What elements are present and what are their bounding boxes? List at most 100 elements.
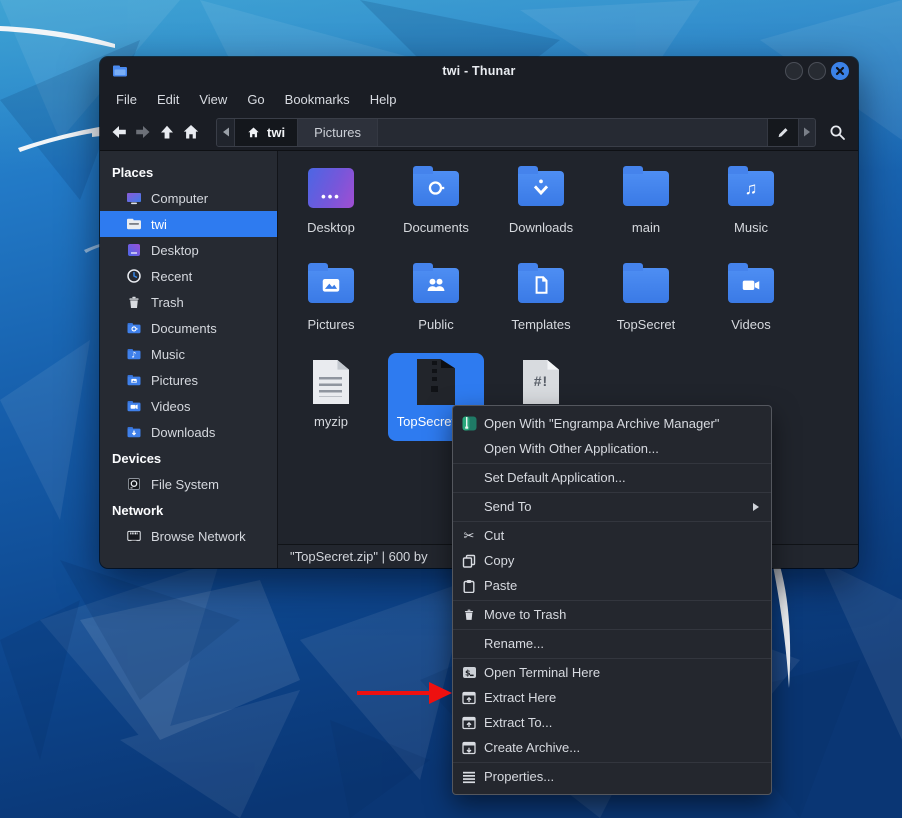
- sidebar-item-documents[interactable]: Documents: [100, 315, 277, 341]
- menu-item-open-with-engrampa[interactable]: Open With "Engrampa Archive Manager": [453, 411, 771, 436]
- menu-item-cut[interactable]: ✂ Cut: [453, 523, 771, 548]
- menu-item-create-archive[interactable]: Create Archive...: [453, 735, 771, 760]
- path-edit-button[interactable]: [767, 119, 798, 146]
- folder-music-icon: ♪: [126, 346, 142, 362]
- file-item-pictures[interactable]: Pictures: [283, 256, 379, 344]
- sidebar-item-label: Computer: [151, 191, 208, 206]
- file-item-downloads[interactable]: Downloads: [493, 159, 589, 247]
- menu-item-rename[interactable]: Rename...: [453, 631, 771, 656]
- file-item-main[interactable]: main: [598, 159, 694, 247]
- menu-item-move-to-trash[interactable]: Move to Trash: [453, 602, 771, 627]
- script-file-icon: #!: [523, 360, 559, 404]
- file-item-music[interactable]: ♫ Music: [703, 159, 799, 247]
- sidebar-item-recent[interactable]: Recent: [100, 263, 277, 289]
- sidebar-item-label: Pictures: [151, 373, 198, 388]
- sidebar-item-desktop[interactable]: Desktop: [100, 237, 277, 263]
- download-arrow-icon: [530, 177, 552, 199]
- sidebar-item-label: Documents: [151, 321, 217, 336]
- menu-go[interactable]: Go: [237, 88, 274, 111]
- menu-item-open-with-other[interactable]: Open With Other Application...: [453, 436, 771, 461]
- menu-item-extract-here[interactable]: Extract Here: [453, 685, 771, 710]
- trash-icon: [461, 607, 477, 623]
- close-icon: [837, 68, 843, 74]
- path-segment-pictures[interactable]: Pictures: [298, 119, 378, 146]
- menu-help[interactable]: Help: [360, 88, 407, 111]
- minimize-button[interactable]: [785, 62, 803, 80]
- network-icon: [126, 528, 142, 544]
- sidebar-header-places: Places: [100, 159, 277, 185]
- menu-bookmarks[interactable]: Bookmarks: [275, 88, 360, 111]
- forward-button[interactable]: [131, 120, 155, 144]
- menu-separator: [453, 492, 771, 493]
- up-button[interactable]: [155, 120, 179, 144]
- file-label: Templates: [511, 317, 570, 332]
- sidebar-item-computer[interactable]: Computer: [100, 185, 277, 211]
- sidebar-item-pictures[interactable]: Pictures: [100, 367, 277, 393]
- home-button[interactable]: [179, 120, 203, 144]
- file-item-topsecret-folder[interactable]: TopSecret: [598, 256, 694, 344]
- close-button[interactable]: [831, 62, 849, 80]
- sidebar-item-music[interactable]: ♪ Music: [100, 341, 277, 367]
- plain-folder-icon: [623, 268, 669, 303]
- sidebar-item-file-system[interactable]: File System: [100, 471, 277, 497]
- paste-icon: [461, 578, 477, 594]
- search-button[interactable]: [824, 119, 850, 145]
- file-label: Music: [734, 220, 768, 235]
- folder-documents-icon: [126, 320, 142, 336]
- back-button[interactable]: [107, 120, 131, 144]
- file-label: Videos: [731, 317, 771, 332]
- folder-downloads-icon: [126, 424, 142, 440]
- public-folder-icon: [413, 268, 459, 303]
- maximize-button[interactable]: [808, 62, 826, 80]
- menu-separator: [453, 629, 771, 630]
- file-label: Documents: [403, 220, 469, 235]
- create-archive-icon: [461, 740, 477, 756]
- menu-view[interactable]: View: [189, 88, 237, 111]
- file-item-desktop[interactable]: ••• Desktop: [283, 159, 379, 247]
- path-scroll-left-button[interactable]: [217, 119, 235, 146]
- sidebar-item-twi[interactable]: twi: [100, 211, 277, 237]
- shebang-glyph: #!: [523, 373, 559, 389]
- menu-item-paste[interactable]: Paste: [453, 573, 771, 598]
- image-icon: [320, 274, 342, 296]
- file-item-public[interactable]: Public: [388, 256, 484, 344]
- search-icon: [829, 124, 846, 141]
- menu-edit[interactable]: Edit: [147, 88, 189, 111]
- path-segment-label: Pictures: [314, 125, 361, 140]
- path-segment-home[interactable]: twi: [235, 119, 298, 146]
- menu-item-open-terminal-here[interactable]: $ Open Terminal Here: [453, 660, 771, 685]
- home-icon: [182, 123, 200, 141]
- menu-separator: [453, 658, 771, 659]
- sidebar-item-label: twi: [151, 217, 167, 232]
- sidebar-item-videos[interactable]: Videos: [100, 393, 277, 419]
- menu-file[interactable]: File: [106, 88, 147, 111]
- file-label: Pictures: [308, 317, 355, 332]
- menu-item-set-default-application[interactable]: Set Default Application...: [453, 465, 771, 490]
- menu-separator: [453, 600, 771, 601]
- menu-separator: [453, 521, 771, 522]
- file-label: myzip: [314, 414, 348, 429]
- drive-icon: [126, 476, 142, 492]
- file-item-documents[interactable]: Documents: [388, 159, 484, 247]
- document-outline-icon: [530, 274, 552, 296]
- file-item-videos[interactable]: Videos: [703, 256, 799, 344]
- back-icon: [110, 123, 128, 141]
- sidebar-item-downloads[interactable]: Downloads: [100, 419, 277, 445]
- path-empty-area[interactable]: [378, 119, 767, 146]
- menu-item-properties[interactable]: Properties...: [453, 764, 771, 789]
- menu-item-copy[interactable]: Copy: [453, 548, 771, 573]
- up-icon: [158, 123, 176, 141]
- menu-item-extract-to[interactable]: Extract To...: [453, 710, 771, 735]
- menu-item-send-to[interactable]: Send To: [453, 494, 771, 519]
- file-item-templates[interactable]: Templates: [493, 256, 589, 344]
- zip-archive-icon: [417, 359, 455, 405]
- titlebar[interactable]: twi - Thunar: [100, 57, 858, 85]
- pictures-folder-icon: [308, 268, 354, 303]
- sidebar-item-trash[interactable]: Trash: [100, 289, 277, 315]
- window-title: twi - Thunar: [100, 64, 858, 78]
- music-note-icon: ♫: [745, 180, 758, 197]
- file-item-myzip[interactable]: myzip: [283, 353, 379, 441]
- sidebar-item-browse-network[interactable]: Browse Network: [100, 523, 277, 549]
- path-segment-label: twi: [267, 125, 285, 140]
- path-scroll-right-button[interactable]: [798, 119, 815, 146]
